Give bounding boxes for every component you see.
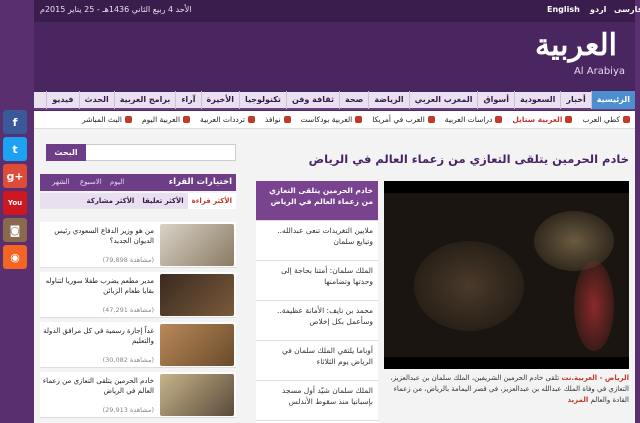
pick-text: خادم الحرمين يتلقى التعازي من زعماء العا… xyxy=(42,377,154,395)
nav-saudi[interactable]: السعودية xyxy=(513,91,560,109)
subnav-item[interactable]: العرب في أمريكا xyxy=(367,115,440,124)
youtube-icon[interactable]: You xyxy=(3,191,27,215)
story-item[interactable]: خادم الحرمين يتلقى التعازي من زعماء العا… xyxy=(256,181,378,221)
subnav-item[interactable]: العربية بودكاست xyxy=(296,115,368,124)
twitter-icon[interactable]: t xyxy=(3,137,27,161)
nav-last[interactable]: الأخيرة xyxy=(200,91,239,109)
right-gutter xyxy=(635,0,640,423)
reader-picks-header: اختيارات القراء اليوم الاسبوع الشهر xyxy=(40,174,236,191)
period-today[interactable]: اليوم xyxy=(110,178,124,186)
pick-views: (30,082 مشاهدة) xyxy=(102,356,154,364)
bullet-icon xyxy=(283,116,291,123)
bullet-icon xyxy=(565,116,573,123)
pick-item[interactable]: مدير مطعم يضرب طفلا سوريا لتناوله بقايا … xyxy=(40,272,236,318)
subnav-item[interactable]: العربية اليوم xyxy=(137,115,195,124)
bullet-icon xyxy=(623,116,630,123)
video-frame-figure xyxy=(574,261,614,351)
sub-nav: كطي العرب العربية ستايل دراسات العربية ا… xyxy=(34,111,635,129)
logo-english: Al Arabiya xyxy=(573,66,625,77)
facebook-icon[interactable]: f xyxy=(3,110,27,134)
letterbox-bottom xyxy=(384,357,629,369)
top-bar: الأحد 4 ربيع الثاني 1436هـ - 25 يناير 20… xyxy=(34,0,640,22)
google-plus-icon[interactable]: g+ xyxy=(3,164,27,188)
period-month[interactable]: الشهر xyxy=(52,178,69,186)
instagram-icon[interactable]: ◙ xyxy=(3,218,27,242)
pick-thumbnail xyxy=(160,324,234,366)
pick-thumbnail xyxy=(160,274,234,316)
bullet-icon xyxy=(125,116,133,123)
pick-item[interactable]: من هو وزير الدفاع السعودي رئيس الديوان ا… xyxy=(40,222,236,268)
rss-icon[interactable]: ◉ xyxy=(3,245,27,269)
main-nav: الرئيسية أخبار السعودية أسواق المغرب الع… xyxy=(34,91,635,110)
nav-tech[interactable]: تكنولوجيا xyxy=(238,91,286,109)
nav-programs[interactable]: برامج العربية xyxy=(113,91,176,109)
nav-markets[interactable]: أسواق xyxy=(477,91,514,109)
pick-item[interactable]: خادم الحرمين يتلقى التعازي من زعماء العا… xyxy=(40,372,236,418)
bullet-icon xyxy=(427,116,435,123)
nav-opinion[interactable]: آراء xyxy=(175,91,200,109)
pick-thumbnail xyxy=(160,224,234,266)
subnav-item[interactable]: دراسات العربية xyxy=(440,115,508,124)
pick-text: غداً إجازة رسمية في كل مرافق الدولة والت… xyxy=(43,327,154,345)
subnav-item[interactable]: العربية ستايل xyxy=(507,115,577,124)
nav-maghreb[interactable]: المغرب العربي xyxy=(408,91,478,109)
video-frame-light xyxy=(534,211,614,271)
period-week[interactable]: الاسبوع xyxy=(80,178,102,186)
letterbox-top xyxy=(384,181,629,193)
tab-most-commented[interactable]: الأكثر تعليقا xyxy=(138,193,187,209)
video-player[interactable] xyxy=(384,181,629,369)
subnav-item[interactable]: نوافذ xyxy=(260,115,296,124)
pick-text: من هو وزير الدفاع السعودي رئيس الديوان ا… xyxy=(54,227,154,245)
lang-english[interactable]: English xyxy=(547,5,580,14)
pick-views: (47,291 مشاهدة) xyxy=(102,306,154,314)
main-headline[interactable]: خادم الحرمين يتلقى التعازي من زعماء العا… xyxy=(254,152,629,166)
pick-item[interactable]: غداً إجازة رسمية في كل مرافق الدولة والت… xyxy=(40,322,236,368)
bullet-icon xyxy=(355,116,363,123)
story-caption: الرياض - العربية.نت تلقى خادم الحرمين ال… xyxy=(384,373,629,406)
date-text: الأحد 4 ربيع الثاني 1436هـ - 25 يناير 20… xyxy=(40,5,192,14)
pick-views: (79,898 مشاهدة) xyxy=(102,256,154,264)
story-item[interactable]: الملك سلمان: أمتنا بحاجة إلى وحدتها وتضا… xyxy=(256,261,378,301)
subnav-item[interactable]: ترددات العربية xyxy=(195,115,260,124)
nav-home[interactable]: الرئيسية xyxy=(590,91,635,109)
nav-alhadath[interactable]: الحدث xyxy=(78,91,114,109)
story-item[interactable]: الملك سلمان شيّد أول مسجد بإسبانيا منذ س… xyxy=(256,381,378,421)
page: الأحد 4 ربيع الثاني 1436هـ - 25 يناير 20… xyxy=(0,0,640,423)
subnav-item[interactable]: كطي العرب xyxy=(577,115,635,124)
video-frame-figure xyxy=(414,241,524,331)
logo-arabic[interactable]: العربية xyxy=(535,28,617,63)
lang-farsi[interactable]: فارسی xyxy=(614,5,640,14)
nav-culture[interactable]: ثقافة وفن xyxy=(285,91,339,109)
tab-most-read[interactable]: الأكثر قراءة xyxy=(187,193,236,209)
subnav-item[interactable]: البث المباشر xyxy=(77,115,137,124)
read-more-link[interactable]: المزيد xyxy=(567,396,588,404)
pick-views: (29,913 مشاهدة) xyxy=(102,406,154,414)
story-item[interactable]: أوباما يلتقي الملك سلمان في الرياض يوم ا… xyxy=(256,341,378,381)
bullet-icon xyxy=(495,116,503,123)
lang-urdu[interactable]: اردو xyxy=(590,5,606,14)
nav-video[interactable]: فيديو xyxy=(46,91,78,109)
story-item[interactable]: ملايين التغريدات تنعى عبدالله.. وتبايع س… xyxy=(256,221,378,261)
pick-thumbnail xyxy=(160,374,234,416)
search-button[interactable]: البحث xyxy=(46,144,86,161)
bullet-icon xyxy=(247,116,255,123)
nav-health[interactable]: صحة xyxy=(339,91,368,109)
nav-news[interactable]: أخبار xyxy=(560,91,590,109)
pick-text: مدير مطعم يضرب طفلا سوريا لتناوله بقايا … xyxy=(45,277,154,295)
bullet-icon xyxy=(183,116,191,123)
masthead: العربية Al Arabiya xyxy=(34,22,635,92)
story-list: خادم الحرمين يتلقى التعازي من زعماء العا… xyxy=(256,181,378,423)
reader-picks-tabs: الأكثر قراءة الأكثر تعليقا الأكثر مشاركة xyxy=(40,193,236,209)
caption-source: الرياض - العربية.نت xyxy=(561,374,629,382)
tab-most-shared[interactable]: الأكثر مشاركة xyxy=(83,193,139,209)
story-item[interactable]: محمد بن نايف: الأمانة عظيمة.. وسأعمل بكل… xyxy=(256,301,378,341)
nav-sports[interactable]: الرياضة xyxy=(368,91,408,109)
reader-picks-title: اختيارات القراء xyxy=(168,177,232,187)
